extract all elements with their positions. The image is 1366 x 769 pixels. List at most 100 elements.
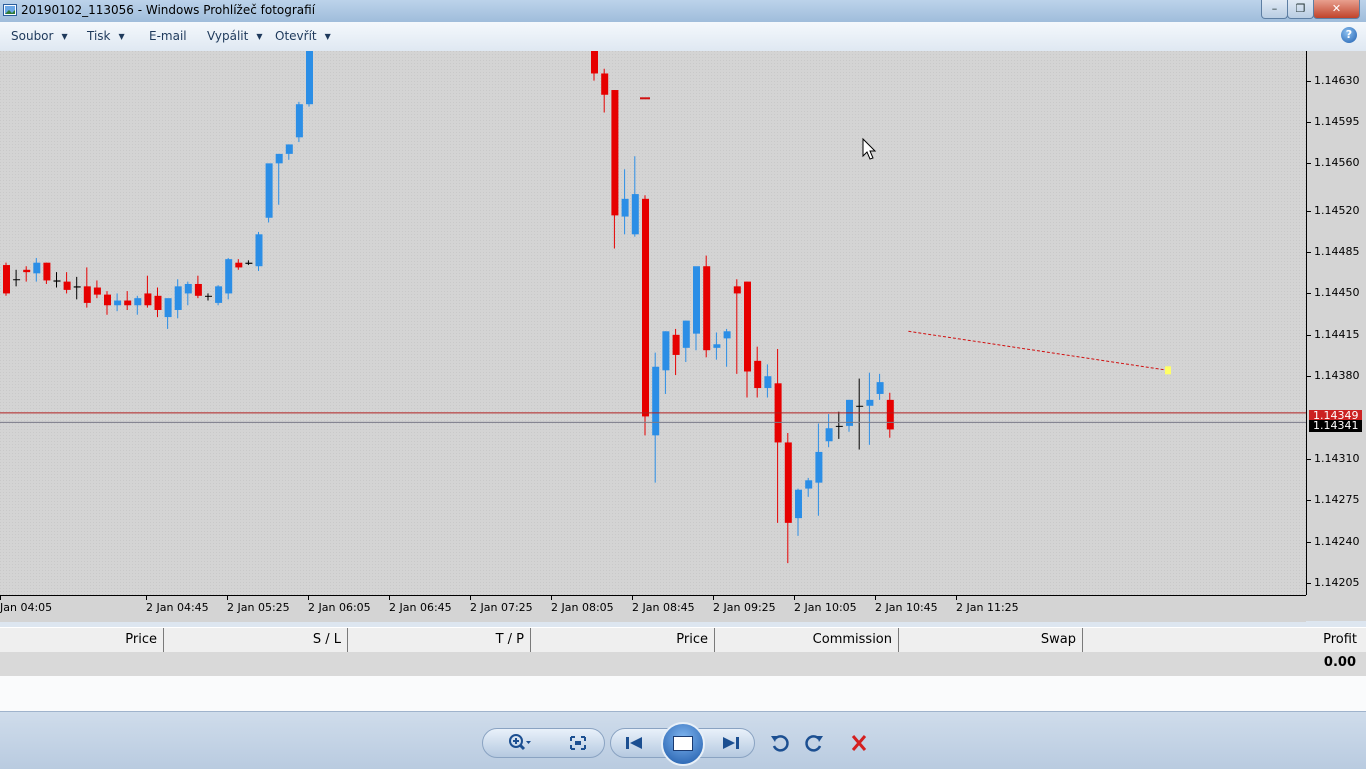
minimize-button[interactable]: – bbox=[1261, 0, 1288, 19]
candle-body bbox=[43, 262, 51, 281]
candle bbox=[642, 195, 649, 436]
time-tick bbox=[956, 596, 957, 600]
time-tick bbox=[227, 596, 228, 600]
slideshow-icon bbox=[673, 736, 693, 751]
zoom-icon bbox=[509, 734, 531, 751]
trendline-end-marker bbox=[1165, 366, 1171, 375]
menu-soubor[interactable]: Soubor ▼ bbox=[11, 29, 68, 43]
candle-body bbox=[601, 73, 609, 95]
price-tick-label: 1.14310 bbox=[1314, 452, 1360, 465]
column-profit[interactable]: Profit bbox=[1083, 628, 1363, 652]
rotate-cw-button[interactable] bbox=[801, 731, 827, 755]
candle bbox=[703, 255, 711, 358]
candle-body bbox=[154, 295, 162, 310]
candle-body bbox=[255, 234, 263, 267]
candle-body bbox=[856, 405, 864, 407]
slideshow-button[interactable] bbox=[661, 722, 705, 766]
fit-window-button[interactable] bbox=[565, 731, 591, 755]
candle-body bbox=[33, 262, 41, 274]
candle-body bbox=[835, 425, 843, 427]
candle-body bbox=[886, 399, 894, 430]
candle bbox=[295, 101, 303, 143]
time-tick-label: 2 Jan 04:45 bbox=[146, 601, 209, 614]
candle-body bbox=[795, 489, 802, 519]
viewer-toolbar bbox=[0, 711, 1366, 769]
time-tick bbox=[632, 596, 633, 600]
candle-body bbox=[164, 298, 172, 318]
candle-body bbox=[124, 300, 132, 306]
time-tick-label: 2 Jan 08:45 bbox=[632, 601, 695, 614]
candle bbox=[225, 257, 233, 300]
close-button[interactable]: ✕ bbox=[1313, 0, 1360, 19]
column-sl[interactable]: S / L bbox=[164, 628, 348, 652]
candle-body bbox=[295, 104, 303, 138]
time-tick bbox=[308, 596, 309, 600]
candle-body bbox=[104, 294, 111, 306]
price-tick-label: 1.14380 bbox=[1314, 369, 1360, 383]
menu-email[interactable]: E-mail bbox=[149, 29, 187, 43]
profit-total: 0.00 bbox=[1323, 655, 1356, 670]
candle-body bbox=[662, 331, 670, 371]
candle-body bbox=[3, 265, 10, 294]
previous-icon bbox=[626, 737, 642, 749]
candle bbox=[265, 163, 273, 223]
time-tick bbox=[470, 596, 471, 600]
photo-viewer-icon bbox=[3, 4, 17, 16]
price-tick bbox=[1307, 163, 1311, 165]
fit-window-icon bbox=[570, 736, 586, 750]
candle-body bbox=[265, 163, 273, 218]
rotate-ccw-button[interactable] bbox=[767, 731, 793, 755]
candle-body bbox=[876, 382, 884, 394]
delete-button[interactable] bbox=[846, 731, 872, 755]
chevron-down-icon: ▼ bbox=[118, 32, 125, 41]
candle-body bbox=[23, 269, 31, 273]
price-tick-label: 1.14415 bbox=[1314, 327, 1360, 341]
price-tick-label: 1.14450 bbox=[1314, 286, 1360, 300]
candle-body bbox=[754, 360, 762, 389]
candle-body bbox=[682, 320, 690, 348]
chevron-down-icon: ▼ bbox=[256, 32, 263, 41]
column-price[interactable]: Price bbox=[0, 628, 164, 652]
candle-body bbox=[194, 283, 202, 296]
column-swap[interactable]: Swap bbox=[899, 628, 1083, 652]
candle-body bbox=[611, 90, 619, 216]
candle-body bbox=[733, 286, 741, 294]
title-bar: 20190102_113056 - Windows Prohlížeč foto… bbox=[0, 0, 1366, 22]
time-tick-label: Jan 04:05 bbox=[0, 601, 53, 614]
price-tick bbox=[1307, 210, 1311, 212]
time-tick-label: 2 Jan 08:05 bbox=[551, 601, 614, 614]
next-button[interactable] bbox=[718, 731, 744, 755]
column-commission[interactable]: Commission bbox=[715, 628, 899, 652]
candle-body bbox=[703, 266, 711, 351]
candle-body bbox=[13, 279, 21, 281]
column-tp[interactable]: T / P bbox=[348, 628, 531, 652]
maximize-button[interactable]: ❐ bbox=[1287, 0, 1314, 19]
candle-body bbox=[825, 428, 833, 442]
price-tick-label: 1.14240 bbox=[1314, 534, 1360, 548]
price-tick-label: 1.14485 bbox=[1314, 245, 1360, 259]
menu-bar: Soubor ▼ Tisk ▼ E-mail Vypálit ▼ Otevřít ▼ ? bbox=[0, 22, 1366, 52]
terminal-header: Price S / L T / P Price Commission Swap … bbox=[0, 627, 1366, 653]
menu-otevrit[interactable]: Otevřít ▼ bbox=[275, 29, 331, 43]
price-tick-label: 1.14520 bbox=[1314, 203, 1360, 217]
price-tick bbox=[1307, 459, 1311, 460]
candle-body bbox=[784, 442, 792, 523]
price-tick-label: 1.14595 bbox=[1314, 114, 1360, 128]
candlestick-chart bbox=[0, 51, 1306, 595]
price-tick bbox=[1307, 252, 1311, 254]
help-icon[interactable]: ? bbox=[1341, 27, 1357, 43]
menu-otevrit-label: Otevřít bbox=[275, 29, 317, 43]
rotate-ccw-icon bbox=[771, 735, 789, 752]
previous-button[interactable] bbox=[621, 731, 647, 755]
candle-body bbox=[815, 451, 823, 483]
menu-vypalit[interactable]: Vypálit ▼ bbox=[207, 29, 263, 43]
time-tick-label: 2 Jan 06:05 bbox=[308, 601, 371, 614]
menu-soubor-label: Soubor bbox=[11, 29, 54, 43]
time-tick-label: 2 Jan 05:25 bbox=[227, 601, 290, 614]
menu-tisk[interactable]: Tisk ▼ bbox=[87, 29, 125, 43]
column-price-current[interactable]: Price bbox=[531, 628, 715, 652]
zoom-button[interactable] bbox=[506, 731, 532, 755]
menu-email-label: E-mail bbox=[149, 29, 187, 43]
price-tick-label: 1.14275 bbox=[1314, 493, 1360, 507]
time-tick bbox=[794, 596, 795, 600]
